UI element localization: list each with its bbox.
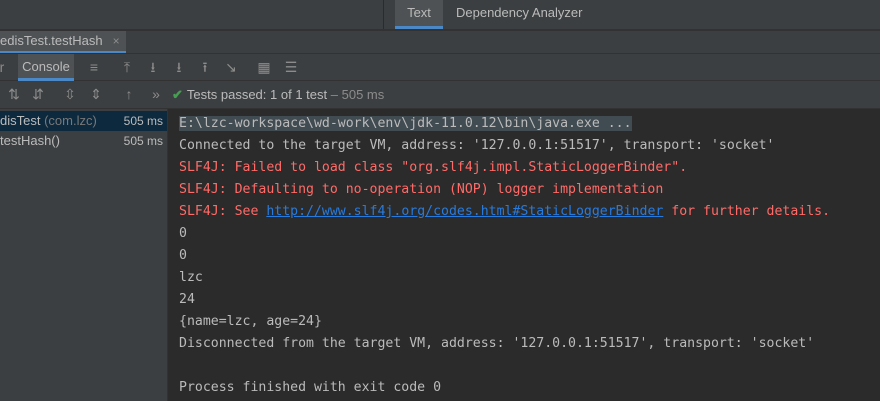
- console-line-output: {name=lzc, age=24}: [179, 314, 322, 329]
- console-line-output: 24: [179, 292, 195, 307]
- console-line-error-link: SLF4J: See http://www.slf4j.org/codes.ht…: [179, 201, 830, 223]
- expand-all-icon[interactable]: ⇳: [62, 86, 78, 102]
- prev-tab-label[interactable]: r: [0, 59, 10, 75]
- scroll-up-icon[interactable]: ⤒: [119, 59, 135, 75]
- download-icon[interactable]: ⭳: [145, 59, 161, 75]
- tree-row-class[interactable]: disTest (com.lzc) 505 ms: [0, 111, 167, 131]
- status-label: Tests passed:: [186, 87, 267, 102]
- sort-duration-icon[interactable]: ⇵: [30, 86, 46, 102]
- console-line-command: E:\lzc-workspace\wd-work\env\jdk-11.0.12…: [179, 113, 632, 135]
- run-config-label: edisTest.testHash: [0, 33, 103, 48]
- sort-alpha-icon[interactable]: ⇅: [6, 86, 22, 102]
- run-tab-strip: edisTest.testHash ×: [0, 31, 880, 53]
- download-alt-icon[interactable]: ⭳: [171, 59, 187, 75]
- up-arrow-icon[interactable]: ↑: [121, 86, 137, 102]
- panel-divider: [383, 0, 384, 29]
- error-suffix: for further details.: [663, 204, 831, 219]
- status-count: 1: [270, 87, 278, 102]
- tree-item-name: testHash(): [0, 133, 60, 148]
- console-line-error: SLF4J: Defaulting to no-operation (NOP) …: [179, 182, 664, 197]
- console-line-output: 0: [179, 226, 187, 241]
- close-icon[interactable]: ×: [113, 34, 120, 48]
- tab-console[interactable]: Console: [18, 54, 74, 81]
- collapse-all-icon[interactable]: ⇕: [88, 86, 104, 102]
- console-line-finished: Process finished with exit code 0: [179, 380, 442, 395]
- tab-text[interactable]: Text: [395, 0, 443, 29]
- step-out-icon[interactable]: ↘: [223, 59, 239, 75]
- run-config-tab[interactable]: edisTest.testHash ×: [0, 31, 126, 53]
- tree-item-name: disTest: [0, 113, 41, 128]
- tree-item-package: (com.lzc): [44, 113, 97, 128]
- status-suffix: of 1 test: [280, 87, 328, 102]
- menu-icon[interactable]: ≡: [86, 59, 102, 75]
- more-icon[interactable]: »: [148, 86, 164, 102]
- tree-item-duration: 505 ms: [123, 134, 163, 148]
- console-line-error: SLF4J: Failed to load class "org.slf4j.i…: [179, 160, 688, 175]
- run-toolbar: r Console ≡ ⤒ ⭳ ⭳ ⭱ ↘ ▦ ☰: [0, 53, 880, 81]
- editor-tab-strip: Text Dependency Analyzer: [0, 0, 880, 29]
- console-line-output: lzc: [179, 270, 203, 285]
- test-toolbar: ⇅ ⇵ ⇳ ⇕ ↑ » ✔ Tests passed: 1 of 1 test –…: [0, 81, 880, 109]
- test-tree: disTest (com.lzc) 505 ms testHash() 505 …: [0, 109, 167, 401]
- error-prefix: SLF4J: See: [179, 204, 267, 219]
- upload-icon[interactable]: ⭱: [197, 59, 213, 75]
- layout-icon[interactable]: ☰: [283, 59, 299, 75]
- console-line-connected: Connected to the target VM, address: '12…: [179, 138, 775, 153]
- tree-row-method[interactable]: testHash() 505 ms: [0, 131, 167, 151]
- console-line-output: 0: [179, 248, 187, 263]
- test-status: ✔ Tests passed: 1 of 1 test – 505 ms: [172, 87, 384, 103]
- slf4j-link[interactable]: http://www.slf4j.org/codes.html#StaticLo…: [266, 204, 663, 219]
- tree-item-duration: 505 ms: [123, 114, 163, 128]
- command-text[interactable]: E:\lzc-workspace\wd-work\env\jdk-11.0.12…: [179, 116, 632, 131]
- console-output[interactable]: E:\lzc-workspace\wd-work\env\jdk-11.0.12…: [168, 109, 880, 401]
- check-icon: ✔: [172, 87, 183, 102]
- status-duration: – 505 ms: [330, 87, 385, 102]
- console-line-disconnected: Disconnected from the target VM, address…: [179, 336, 815, 351]
- table-icon[interactable]: ▦: [256, 59, 272, 75]
- tab-dependency-analyzer[interactable]: Dependency Analyzer: [456, 0, 582, 27]
